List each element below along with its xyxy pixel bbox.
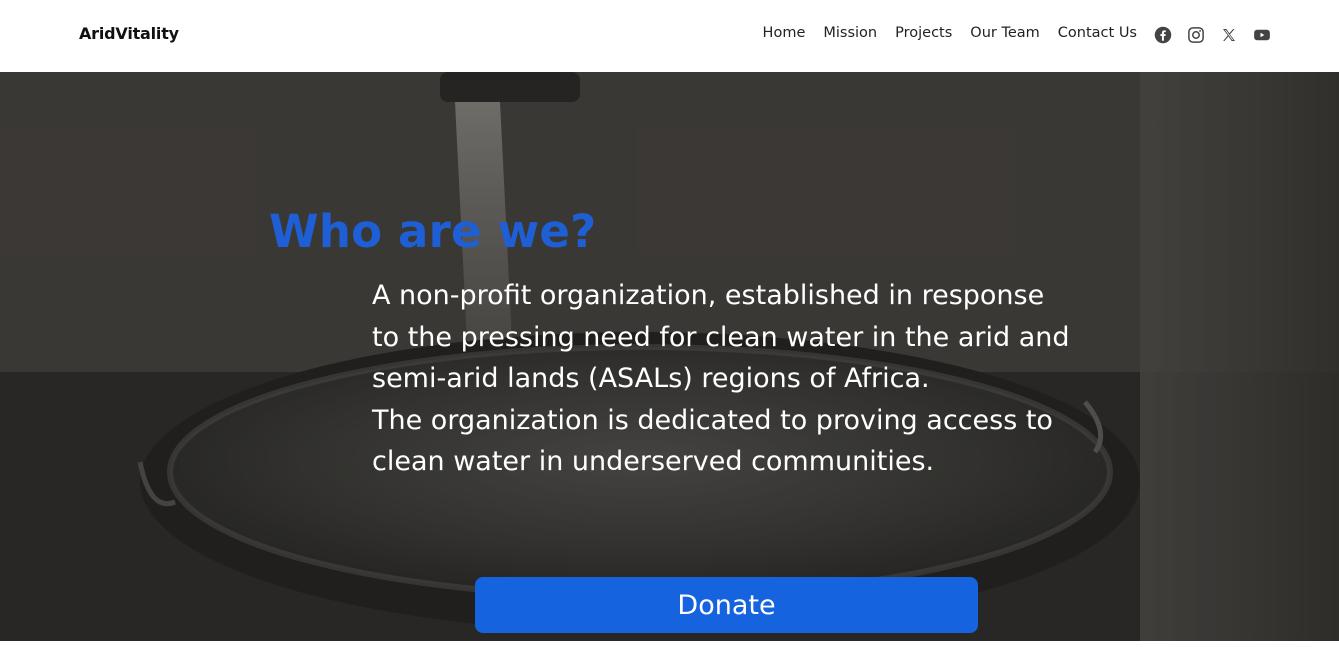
nav-link-contact-us[interactable]: Contact Us: [1058, 25, 1137, 41]
nav-link-our-team[interactable]: Our Team: [970, 25, 1040, 41]
hero-paragraph-intro: A non-profit organization, established i…: [372, 280, 1070, 394]
donate-button[interactable]: Donate: [475, 577, 978, 633]
hero-description: A non-profit organization, established i…: [372, 275, 1077, 483]
hero-paragraph-mission: The organization is dedicated to proving…: [372, 404, 1053, 478]
nav-link-home[interactable]: Home: [763, 25, 806, 41]
instagram-icon[interactable]: [1186, 25, 1206, 45]
facebook-icon[interactable]: [1153, 25, 1173, 45]
hero-section: Who are we? A non-profit organization, e…: [0, 72, 1339, 641]
x-twitter-icon[interactable]: [1219, 25, 1239, 45]
hero-title: Who are we?: [269, 205, 597, 259]
nav-link-projects[interactable]: Projects: [895, 25, 952, 41]
youtube-icon[interactable]: [1252, 25, 1272, 45]
brand-logo[interactable]: AridVitality: [79, 24, 179, 43]
social-links: [1153, 25, 1272, 45]
nav-links: Home Mission Projects Our Team Contact U…: [763, 25, 1137, 41]
navbar: AridVitality Home Mission Projects Our T…: [0, 0, 1339, 72]
nav-link-mission[interactable]: Mission: [823, 25, 877, 41]
